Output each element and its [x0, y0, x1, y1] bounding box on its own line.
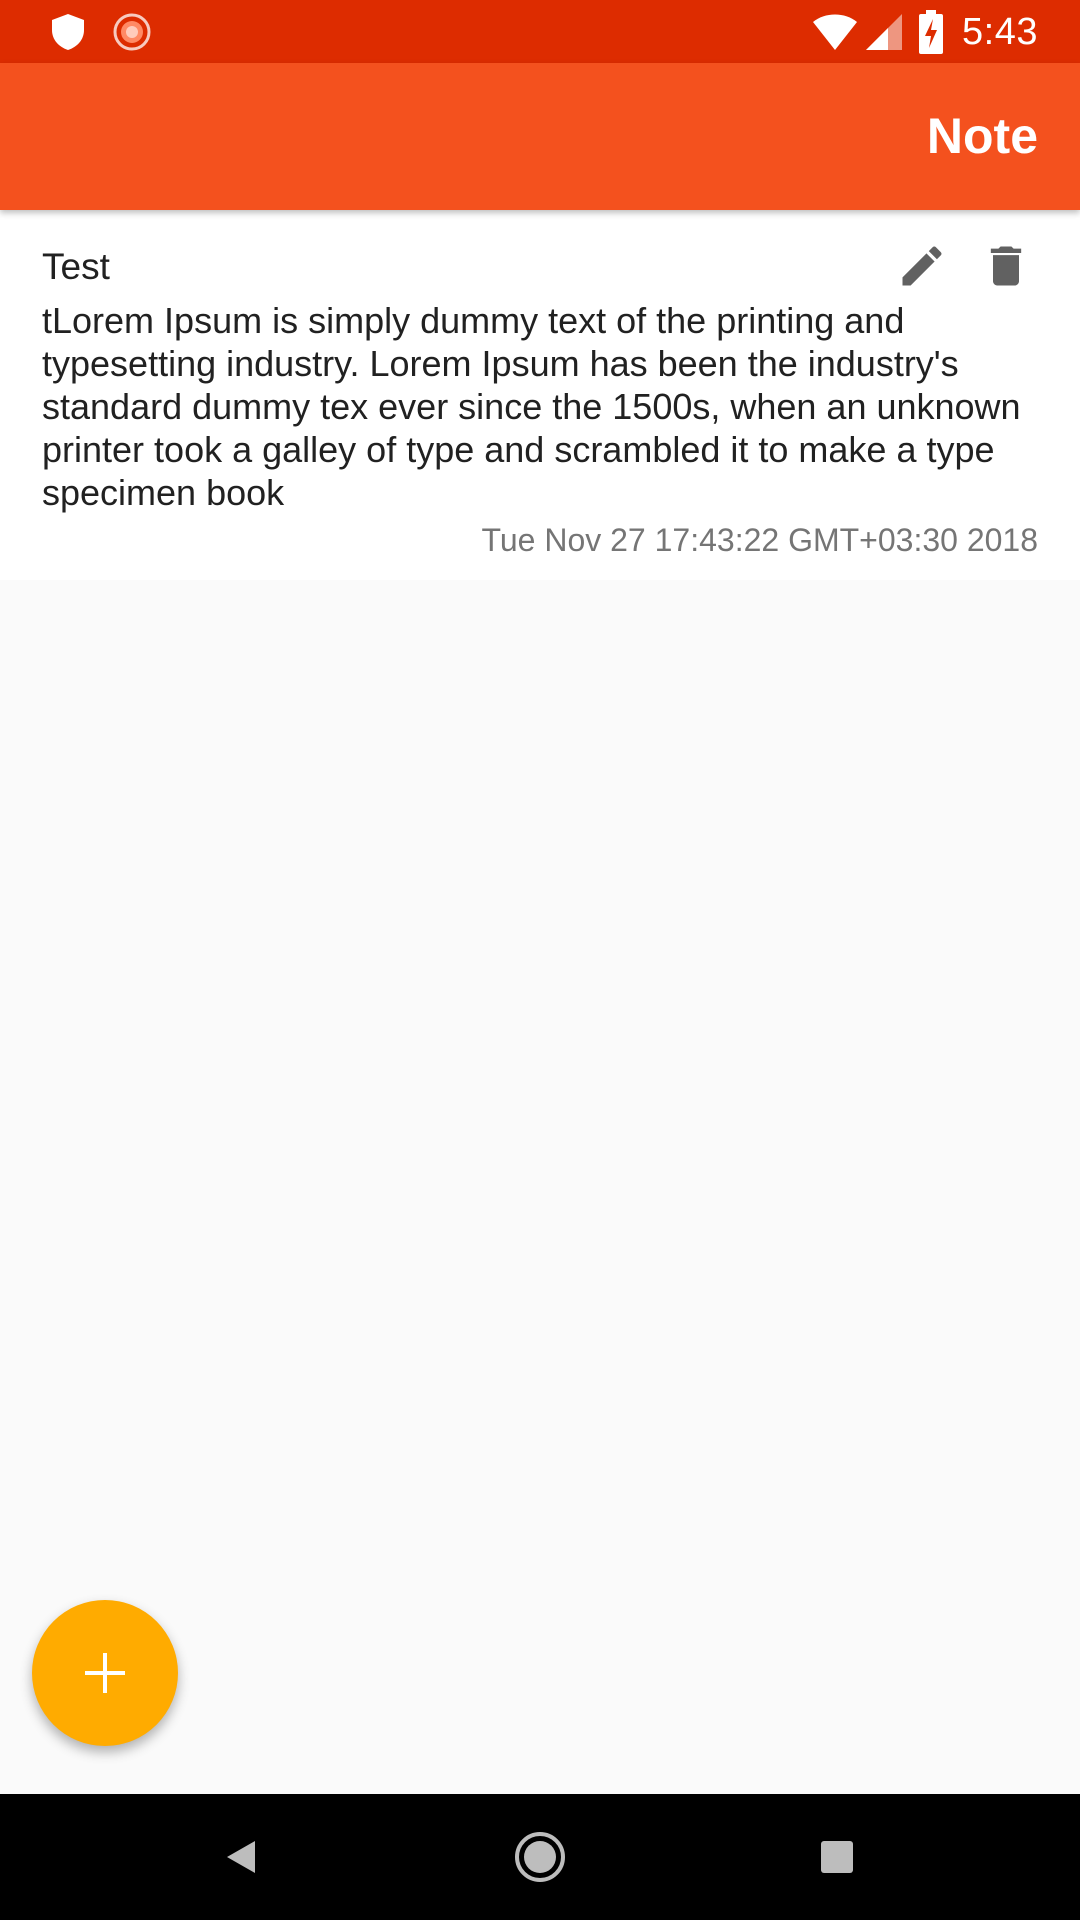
delete-note-button[interactable]	[974, 234, 1038, 298]
app-title: Note	[926, 108, 1038, 164]
note-body: tLorem Ipsum is simply dummy text of the…	[42, 300, 1021, 513]
screen: 5:43 Note Test tLorem Ipsum is simply du…	[0, 0, 1080, 1920]
status-bar: 5:43	[0, 0, 1080, 63]
status-left-icons	[50, 12, 170, 52]
status-right-icons: 5:43	[812, 8, 1038, 56]
edit-note-button[interactable]	[890, 234, 954, 298]
note-title: Test	[42, 246, 110, 287]
pencil-icon	[902, 246, 942, 286]
battery-charging-icon	[919, 10, 944, 54]
home-icon	[515, 1832, 565, 1882]
status-time: 5:43	[962, 10, 1038, 53]
back-button[interactable]	[206, 1822, 276, 1892]
plus-icon	[85, 1653, 125, 1693]
app-bar: Note	[0, 63, 1080, 210]
add-note-button[interactable]	[32, 1600, 178, 1746]
back-icon	[227, 1841, 255, 1873]
sync-progress-icon	[113, 13, 151, 51]
note-card[interactable]: Test tLorem Ipsum is simply dummy text o…	[0, 210, 1080, 580]
home-button[interactable]	[505, 1822, 575, 1892]
cell-signal-icon	[866, 14, 903, 50]
recents-icon	[821, 1841, 853, 1873]
wifi-icon	[813, 14, 858, 50]
trash-icon	[990, 246, 1022, 286]
recents-button[interactable]	[802, 1822, 872, 1892]
status-notification-icons	[52, 13, 151, 51]
navigation-bar	[0, 1794, 1080, 1920]
shield-icon	[52, 14, 84, 50]
note-date: Tue Nov 27 17:43:22 GMT+03:30 2018	[481, 522, 1038, 558]
